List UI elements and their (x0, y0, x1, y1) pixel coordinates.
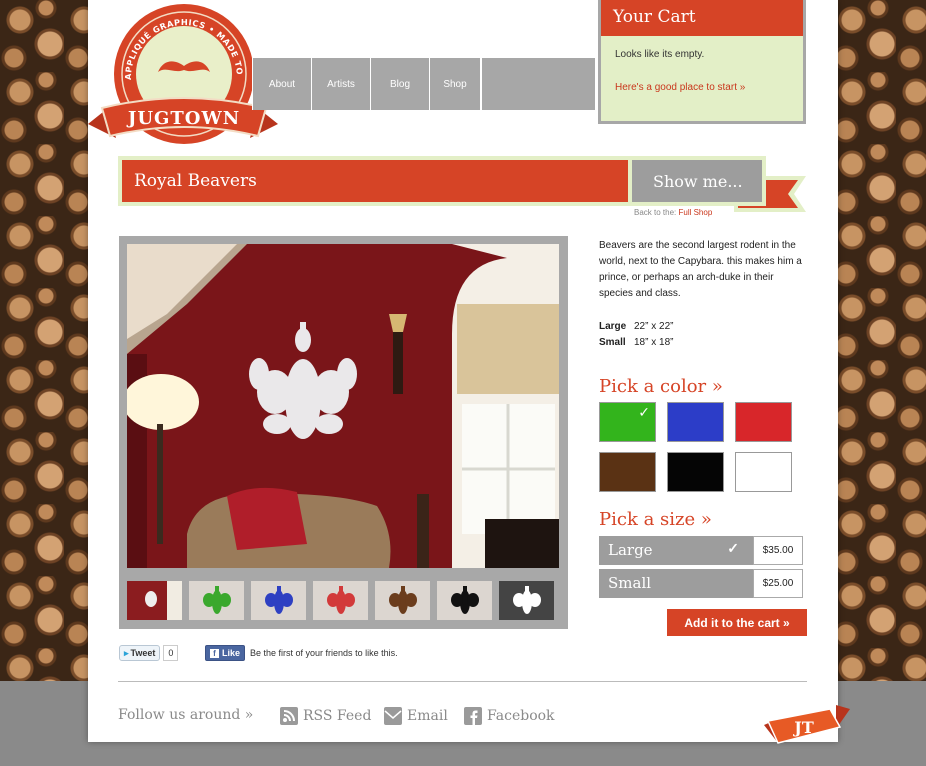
thumbnail-green[interactable] (189, 581, 244, 620)
facebook-link[interactable]: Facebook (464, 707, 555, 725)
nav-item-artists[interactable]: Artists (311, 58, 370, 110)
product-title: Royal Beavers (122, 160, 628, 202)
jt-badge[interactable]: JT (764, 703, 850, 747)
jugtown-logo[interactable]: VINYL APPLIQUÉ GRAPHICS • MADE TO ORDER … (88, 0, 278, 160)
full-shop-link[interactable]: Full Shop (678, 208, 712, 217)
check-icon: ✓ (727, 541, 739, 557)
jt-badge-text: JT (792, 718, 814, 737)
size-option-large-price: $35.00 (753, 536, 803, 565)
show-me-button[interactable]: Show me... (632, 160, 762, 202)
add-to-cart-button[interactable]: Add it to the cart » (667, 609, 807, 636)
size-option-small[interactable]: Small $25.00 (599, 569, 803, 598)
product-description: Beavers are the second largest rodent in… (599, 240, 802, 299)
swatch-black[interactable] (667, 452, 724, 492)
tweet-count: 0 (163, 645, 179, 661)
thumbnail-strip (127, 581, 554, 620)
pick-color-heading: Pick a color » (599, 376, 723, 397)
thumbnail-brown[interactable] (375, 581, 430, 620)
cart-panel: Your Cart Looks like its empty. Here's a… (598, 0, 806, 124)
swatch-brown[interactable] (599, 452, 656, 492)
swatch-green[interactable]: ✓ (599, 402, 656, 442)
swatch-white[interactable] (735, 452, 792, 492)
twitter-bird-icon: ▸ (124, 647, 129, 658)
product-title-bar: Royal Beavers Show me... (118, 156, 766, 206)
size-option-small-price: $25.00 (753, 569, 803, 598)
cart-title: Your Cart (601, 0, 803, 36)
check-icon: ✓ (638, 405, 650, 421)
like-widget: f Like Be the first of your friends to l… (205, 645, 398, 661)
size-option-small-label: Small (608, 574, 652, 592)
back-prefix: Back to the: (634, 208, 677, 217)
email-link[interactable]: Email (384, 707, 448, 725)
product-gallery (119, 236, 568, 629)
thumbnail-red[interactable] (313, 581, 368, 620)
footer-divider (118, 681, 807, 682)
thumbnail-blue[interactable] (251, 581, 306, 620)
email-label: Email (407, 708, 448, 724)
like-label: Like (222, 648, 241, 658)
email-icon (384, 707, 402, 725)
size-small-label: Small (599, 337, 626, 348)
nav-spacer (481, 58, 595, 110)
product-dimensions: Large 22” x 22” Small 18” x 18” (599, 319, 673, 351)
size-large-dims: 22” x 22” (634, 321, 674, 332)
rss-icon (280, 707, 298, 725)
cart-start-link[interactable]: Here's a good place to start » (601, 60, 803, 93)
cart-empty-text: Looks like its empty. (615, 49, 705, 60)
facebook-icon: f (210, 648, 219, 658)
product-main-image (127, 244, 559, 568)
thumbnail-room[interactable] (127, 581, 182, 620)
logo-brand: JUGTOWN (126, 108, 240, 129)
page-container: VINYL APPLIQUÉ GRAPHICS • MADE TO ORDER … (88, 0, 850, 744)
size-option-large[interactable]: Large ✓ $35.00 (599, 536, 803, 565)
tweet-button[interactable]: ▸ Tweet (119, 645, 161, 661)
tweet-label: Tweet (130, 648, 156, 658)
facebook-icon (464, 707, 482, 725)
nav-item-shop[interactable]: Shop (429, 58, 481, 110)
thumbnail-black[interactable] (437, 581, 492, 620)
facebook-label: Facebook (487, 708, 555, 724)
swatch-blue[interactable] (667, 402, 724, 442)
main-nav: About Artists Blog Shop (252, 58, 595, 110)
size-large-label: Large (599, 321, 627, 332)
thumbnail-white[interactable] (499, 581, 554, 620)
like-button[interactable]: f Like (205, 645, 246, 661)
tweet-widget: ▸ Tweet 0 (119, 645, 179, 661)
nav-item-blog[interactable]: Blog (370, 58, 429, 110)
back-line: Back to the: Full Shop (634, 208, 712, 217)
rss-feed-link[interactable]: RSS Feed (280, 707, 371, 725)
size-option-large-label: Large (608, 541, 653, 559)
pick-size-heading: Pick a size » (599, 509, 712, 530)
nav-item-about[interactable]: About (252, 58, 311, 110)
swatch-red[interactable] (735, 402, 792, 442)
size-small-dims: 18” x 18” (634, 337, 674, 348)
like-text: Be the first of your friends to like thi… (250, 648, 398, 658)
color-swatches: ✓ (599, 402, 793, 492)
follow-heading: Follow us around » (118, 707, 254, 723)
size-option-large-label-box: Large ✓ (599, 536, 753, 565)
rss-feed-label: RSS Feed (303, 708, 372, 724)
size-option-small-label-box: Small (599, 569, 753, 598)
